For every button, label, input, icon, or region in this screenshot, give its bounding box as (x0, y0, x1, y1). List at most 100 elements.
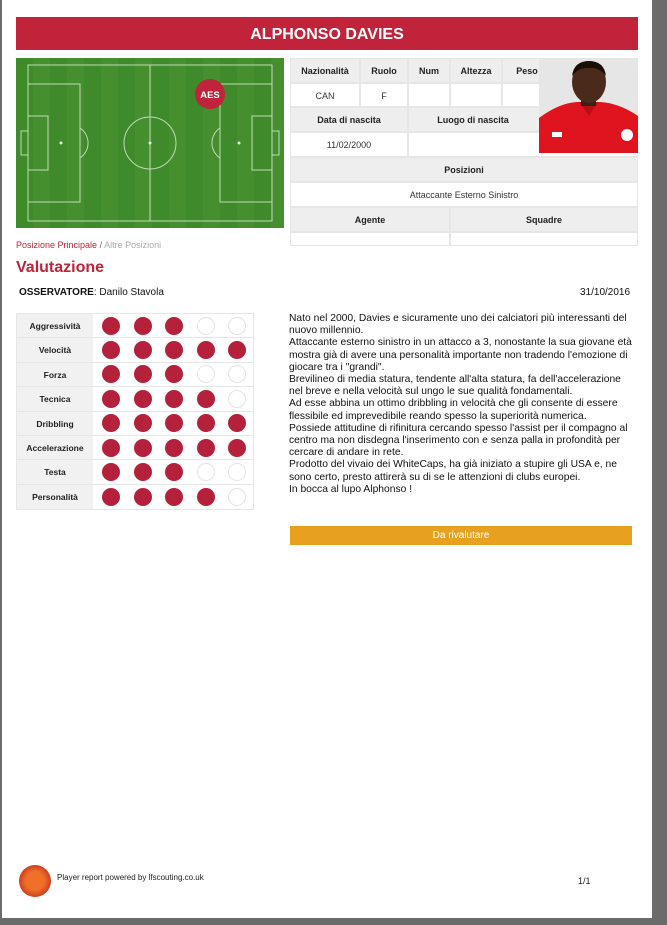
rating-label: Testa (17, 460, 93, 484)
rating-dot-filled (165, 316, 183, 335)
rating-dot-empty (228, 389, 246, 408)
header-agent: Agente (290, 207, 450, 232)
rating-dot-filled (133, 463, 152, 482)
rating-dot-empty (228, 365, 246, 384)
rating-dot-filled (102, 487, 120, 506)
rating-label: Accelerazione (17, 435, 93, 460)
rating-dots (93, 436, 246, 459)
header-nationality: Nazionalità (290, 58, 360, 83)
value-number (408, 83, 450, 107)
observer-label: OSSERVATORE (19, 287, 94, 298)
header-birth-date: Data di nascita (290, 107, 408, 132)
rating-dot-filled (102, 365, 120, 384)
rating-row: Forza (17, 362, 253, 388)
rating-row: Velocità (17, 338, 253, 363)
rating-dot-filled (228, 438, 246, 457)
header-positions: Posizioni (290, 157, 638, 182)
rating-dot-empty (196, 463, 215, 482)
header-number: Num (408, 58, 450, 83)
rating-row: Personalità (17, 484, 253, 510)
rating-dot-empty (196, 316, 215, 335)
ratings-table: Aggressività Velocità Forza Tecnica Dribblin… (16, 313, 254, 511)
observer: OSSERVATORE: Danilo Stavola (19, 287, 164, 298)
lfscouting-logo (19, 865, 51, 897)
rating-label: Dribbling (17, 411, 93, 435)
rating-dot-filled (133, 414, 152, 433)
other-positions-link[interactable]: Altre Posizioni (104, 240, 161, 250)
rating-row: Tecnica (17, 387, 253, 412)
value-teams (450, 232, 638, 246)
evaluation-date: 31/10/2016 (580, 287, 631, 298)
value-height (450, 83, 502, 107)
rating-label: Velocità (17, 338, 93, 362)
value-role: F (360, 83, 408, 107)
header-teams: Squadre (450, 207, 638, 232)
rating-dots (93, 460, 246, 483)
pitch-diagram: AES (16, 58, 284, 228)
rating-row: Aggressività (17, 314, 253, 339)
header-role: Ruolo (360, 58, 408, 83)
separator: / (99, 240, 103, 250)
evaluation-title: Valutazione (16, 259, 105, 276)
rating-dot-empty (228, 487, 246, 506)
rating-dot-filled (102, 438, 120, 457)
rating-dots (93, 412, 246, 435)
verdict-badge: Da rivalutare (290, 526, 632, 545)
rating-dot-filled (196, 414, 215, 433)
rating-dot-filled (133, 341, 152, 360)
rating-dot-filled (165, 341, 183, 360)
description-paragraph: Prodotto del vivaio dei WhiteCaps, ha gi… (289, 459, 617, 483)
rating-dot-filled (165, 365, 183, 384)
rating-dot-filled (196, 341, 215, 360)
rating-dot-filled (228, 414, 246, 433)
rating-dot-filled (228, 341, 246, 360)
description-paragraph: Brevilineo di media statura, tendente al… (289, 374, 621, 398)
rating-dot-filled (102, 414, 120, 433)
rating-dot-filled (102, 316, 120, 335)
description-paragraph: Nato nel 2000, Davies e sicuramente uno … (289, 313, 627, 337)
rating-dots (93, 387, 246, 410)
rating-dots (93, 314, 246, 337)
value-birth-date: 11/02/2000 (290, 132, 408, 157)
rating-row: Dribbling (17, 411, 253, 436)
rating-dot-filled (133, 365, 152, 384)
rating-dot-filled (165, 438, 183, 457)
value-nationality: CAN (290, 83, 360, 107)
rating-row: Accelerazione (17, 435, 253, 461)
rating-label: Forza (17, 362, 93, 387)
description-paragraph: Ad esse abbina un ottimo dribbling in ve… (289, 398, 618, 422)
rating-dot-filled (102, 463, 120, 482)
rating-dot-empty (196, 365, 215, 384)
header-height: Altezza (450, 58, 502, 83)
rating-dots (93, 485, 246, 509)
rating-dot-filled (165, 487, 183, 506)
player-name-header: ALPHONSO DAVIES (16, 17, 638, 50)
value-agent (290, 232, 450, 246)
rating-dot-empty (228, 463, 246, 482)
position-links: Posizione Principale / Altre Posizioni (16, 240, 161, 250)
rating-dot-filled (196, 438, 215, 457)
rating-dot-empty (228, 316, 246, 335)
description-paragraph: Attaccante esterno sinistro in un attacc… (289, 337, 632, 373)
observer-name: : Danilo Stavola (93, 287, 164, 298)
rating-row: Testa (17, 460, 253, 485)
rating-dot-filled (165, 414, 183, 433)
rating-dot-filled (196, 389, 215, 408)
rating-dot-filled (133, 389, 152, 408)
primary-position-link[interactable]: Posizione Principale (16, 240, 97, 250)
rating-dot-filled (165, 463, 183, 482)
rating-label: Aggressività (17, 314, 93, 338)
player-photo (539, 58, 638, 153)
rating-dots (93, 338, 246, 361)
rating-dot-filled (133, 438, 152, 457)
report-page: ALPHONSO DAVIES AES Nazionalità Ruolo Nu… (2, 0, 652, 918)
value-positions: Attaccante Esterno Sinistro (290, 182, 638, 207)
rating-dot-filled (165, 389, 183, 408)
position-marker-label: AES (200, 90, 220, 101)
rating-dot-filled (102, 389, 120, 408)
page-number: 1/1 (578, 876, 591, 886)
evaluation-description: Nato nel 2000, Davies e sicuramente uno … (289, 313, 637, 496)
description-paragraph: In bocca al lupo Alphonso ! (289, 483, 413, 495)
rating-dot-filled (133, 316, 152, 335)
rating-dot-filled (196, 487, 215, 506)
